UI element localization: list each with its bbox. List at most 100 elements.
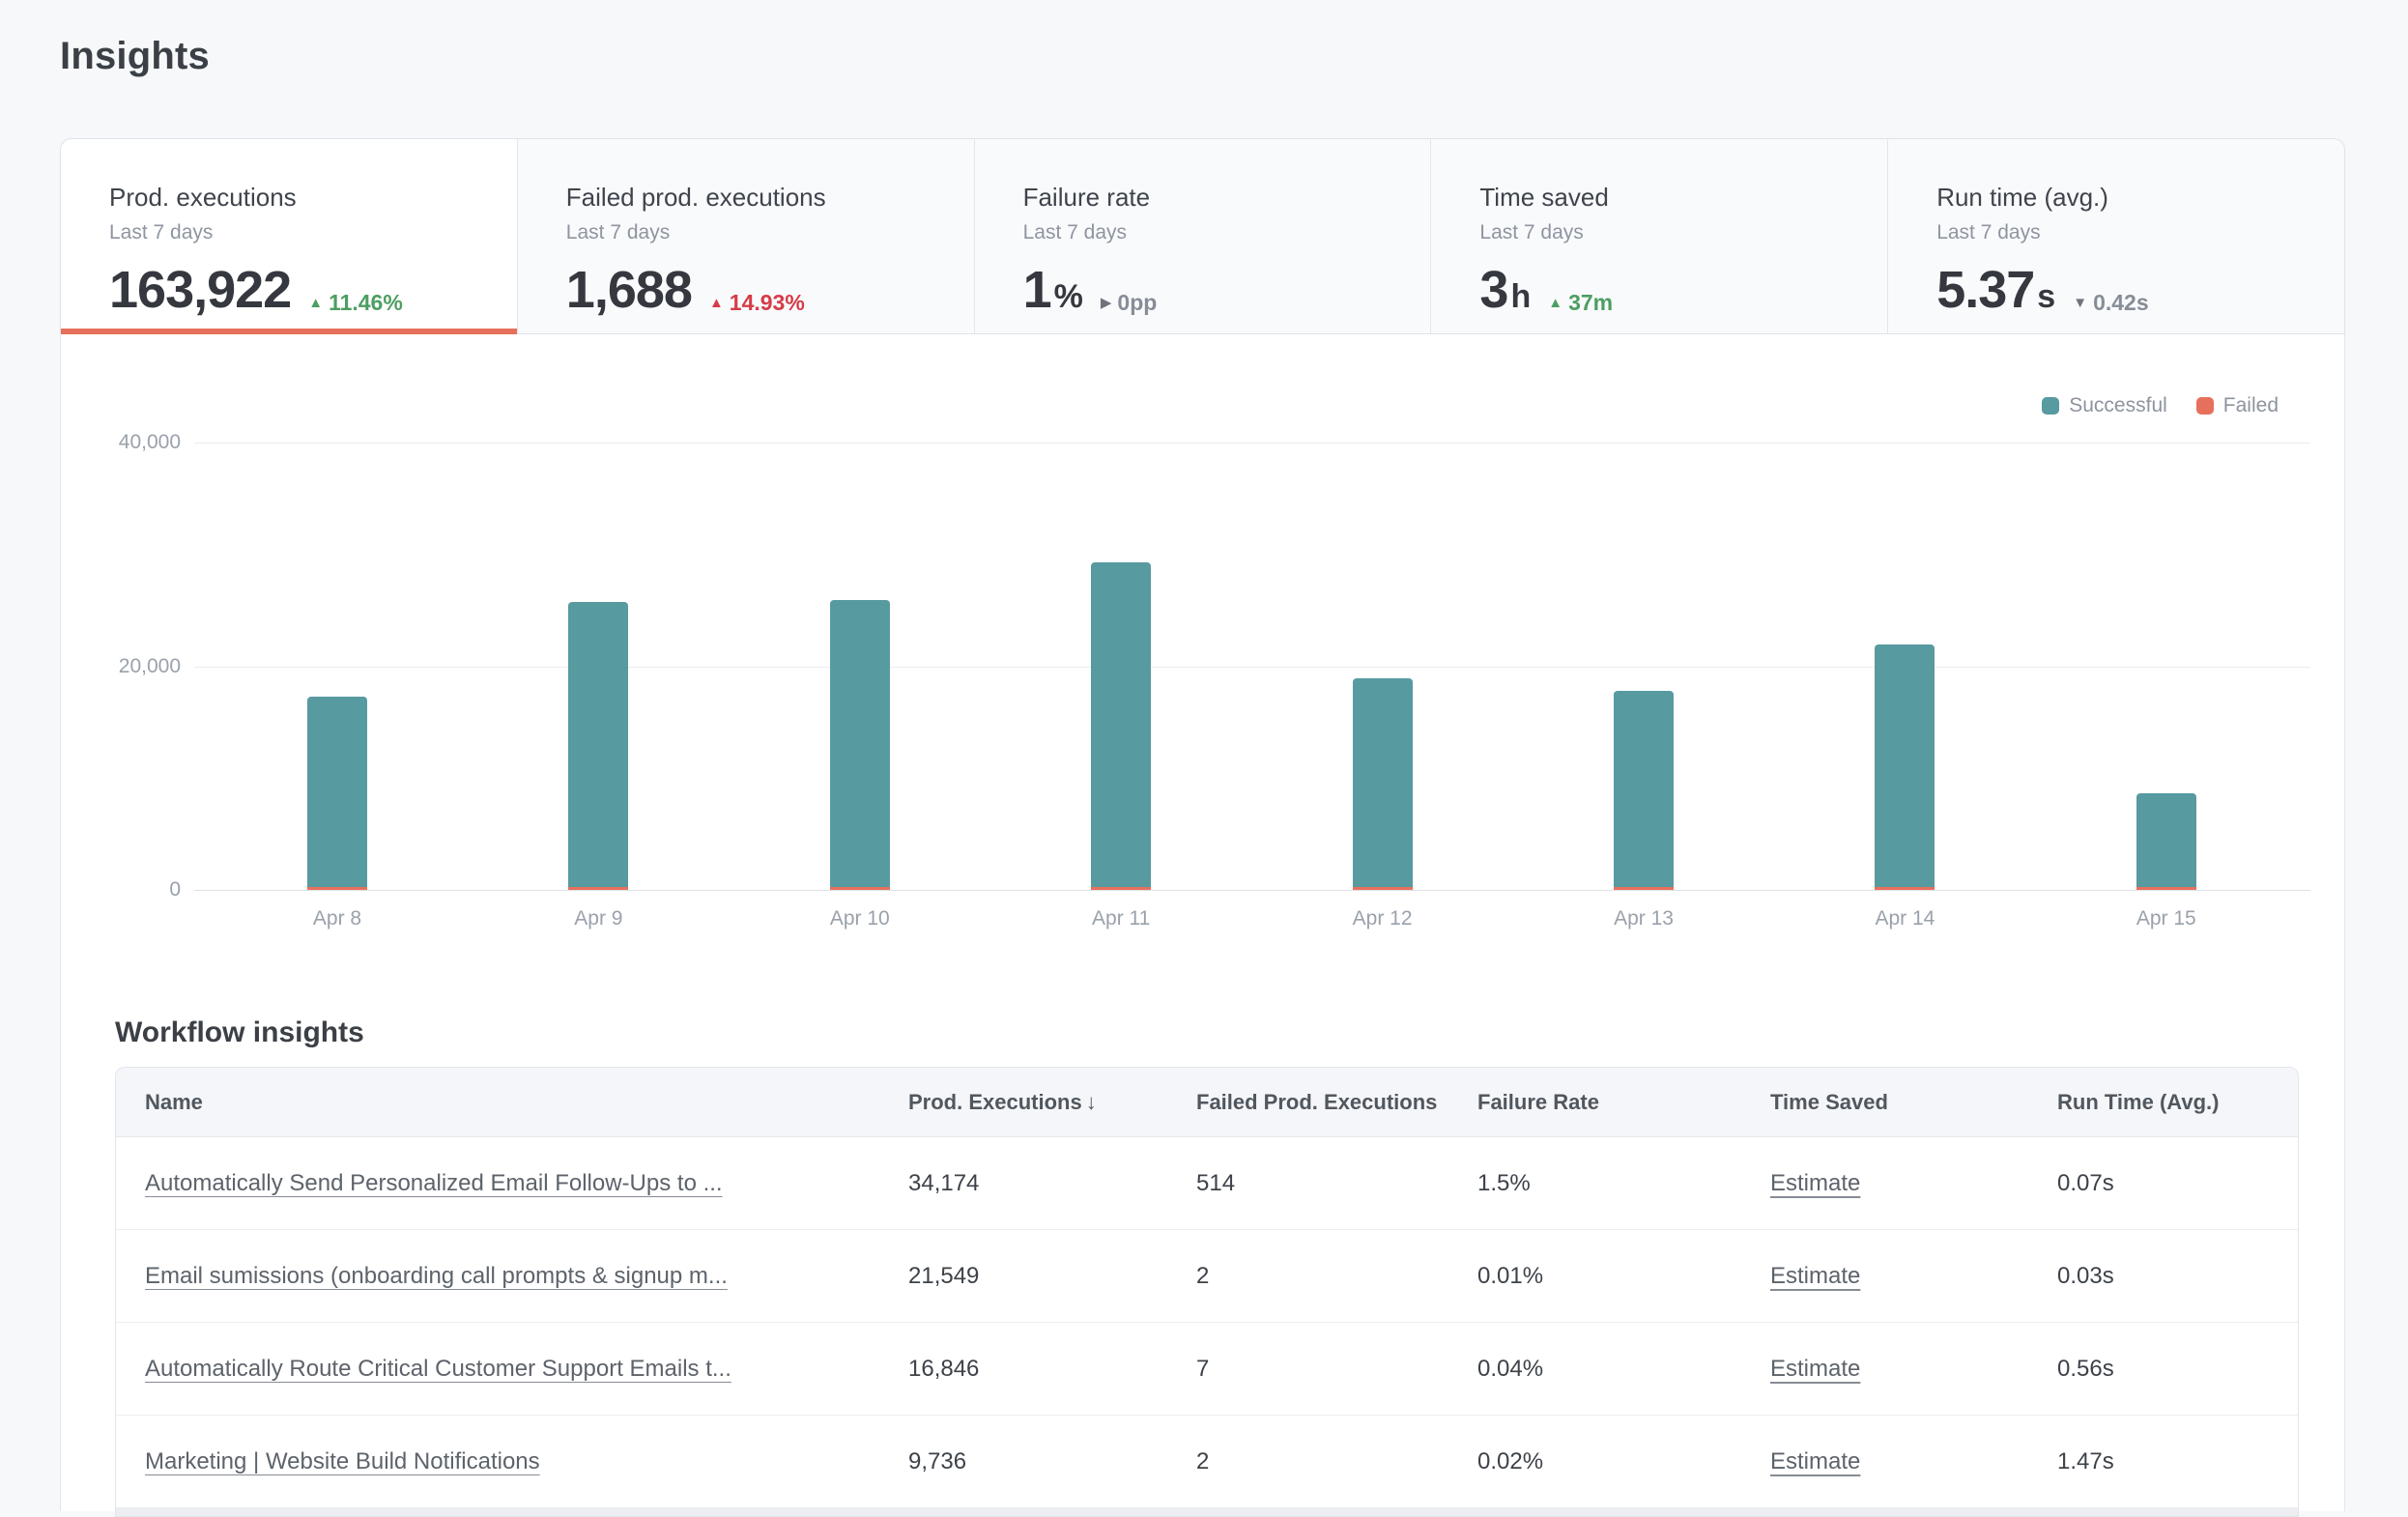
failed-prod-executions-cell: 514 [1196, 1170, 1477, 1197]
prod-executions-cell: 9,736 [908, 1448, 1196, 1475]
metric-value-row: 5.37s ▼0.42s [1936, 260, 2344, 320]
metric-delta: ▶0pp [1101, 290, 1157, 316]
bar-apr-13[interactable] [1614, 691, 1674, 890]
metric-value-row: 3h ▲37m [1479, 260, 1887, 320]
metric-tab-failed-prod-executions[interactable]: Failed prod. executionsLast 7 days1,688▲… [518, 139, 975, 333]
metric-value: 163,922 [109, 260, 291, 320]
run-time-avg-cell: 1.47s [2057, 1448, 2298, 1475]
workflow-name-link[interactable]: Email sumissions (onboarding call prompt… [145, 1263, 728, 1289]
insights-panel: SuccessfulFailed 020,00040,000Apr 8Apr 9… [60, 334, 2345, 1511]
table-footer-strip [116, 1508, 2298, 1516]
bar-failed-segment [1091, 887, 1151, 890]
metric-unit: h [1510, 278, 1531, 316]
metric-delta: ▲14.93% [709, 290, 805, 316]
column-header-label: Prod. Executions [908, 1090, 1082, 1115]
metric-tab-time-saved[interactable]: Time savedLast 7 days3h▲37m [1431, 139, 1888, 333]
bar-apr-12[interactable] [1353, 678, 1413, 890]
table-row: Automatically Send Personalized Email Fo… [116, 1137, 2298, 1230]
estimate-link[interactable]: Estimate [1770, 1170, 1860, 1196]
bar-failed-segment [1875, 887, 1935, 890]
column-header-label: Run Time (Avg.) [2057, 1090, 2219, 1115]
workflow-name-cell: Email sumissions (onboarding call prompt… [145, 1263, 908, 1290]
page-title: Insights [60, 35, 2408, 78]
run-time-avg-cell: 0.07s [2057, 1170, 2298, 1197]
bar-successful-segment [568, 602, 628, 887]
bar-failed-segment [2136, 887, 2196, 890]
bar-successful-segment [1353, 678, 1413, 887]
estimate-link[interactable]: Estimate [1770, 1356, 1860, 1382]
metric-delta: ▼0.42s [2073, 290, 2148, 316]
x-axis-tick-label: Apr 8 [260, 907, 415, 930]
metric-delta-value: 0pp [1117, 290, 1157, 316]
column-header-time-saved[interactable]: Time Saved [1770, 1090, 2057, 1115]
bar-successful-segment [307, 697, 367, 887]
metric-unit: s [2037, 278, 2055, 316]
bar-apr-11[interactable] [1091, 562, 1151, 890]
bar-successful-segment [1091, 562, 1151, 887]
bar-failed-segment [307, 887, 367, 890]
bar-failed-segment [1353, 887, 1413, 890]
legend-item-successful[interactable]: Successful [2042, 394, 2167, 417]
metric-tab-prod-executions[interactable]: Prod. executionsLast 7 days163,922▲11.46… [61, 139, 518, 333]
metric-value: 1 [1023, 260, 1051, 320]
bar-apr-10[interactable] [830, 600, 890, 890]
bar-apr-14[interactable] [1875, 644, 1935, 890]
trend-up-icon: ▲ [709, 296, 724, 310]
bar-failed-segment [568, 887, 628, 890]
failed-prod-executions-cell: 2 [1196, 1263, 1477, 1290]
metric-delta: ▲37m [1548, 290, 1613, 316]
column-header-name[interactable]: Name [145, 1090, 908, 1115]
metric-title: Time saved [1479, 183, 1887, 213]
metric-value: 3 [1479, 260, 1507, 320]
column-header-failed-prod-executions[interactable]: Failed Prod. Executions [1196, 1090, 1477, 1115]
metric-tab-failure-rate[interactable]: Failure rateLast 7 days1%▶0pp [975, 139, 1432, 333]
metric-delta: ▲ 11.46% [308, 290, 403, 316]
estimate-link[interactable]: Estimate [1770, 1448, 1860, 1474]
prod-executions-cell: 34,174 [908, 1170, 1196, 1197]
successful-swatch-icon [2042, 397, 2059, 415]
failure-rate-cell: 0.02% [1477, 1448, 1770, 1475]
bar-apr-9[interactable] [568, 602, 628, 890]
metric-tabs: Prod. executionsLast 7 days163,922▲11.46… [60, 138, 2345, 334]
bar-apr-15[interactable] [2136, 793, 2196, 890]
column-header-label: Failure Rate [1477, 1090, 1599, 1115]
failure-rate-cell: 0.04% [1477, 1356, 1770, 1383]
column-header-run-time-avg-[interactable]: Run Time (Avg.) [2057, 1090, 2298, 1115]
bar-apr-8[interactable] [307, 697, 367, 890]
trend-up-icon: ▲ [308, 296, 323, 310]
workflow-name-link[interactable]: Marketing | Website Build Notifications [145, 1448, 540, 1474]
x-axis-tick-label: Apr 9 [521, 907, 675, 930]
metric-delta-value: 11.46% [329, 290, 403, 316]
metric-subtitle: Last 7 days [109, 221, 517, 244]
metric-value: 5.37 [1936, 260, 2034, 320]
gridline-20000 [194, 667, 2310, 668]
failure-rate-cell: 0.01% [1477, 1263, 1770, 1290]
bar-failed-segment [1614, 887, 1674, 890]
x-axis-tick-label: Apr 13 [1566, 907, 1721, 930]
workflow-name-link[interactable]: Automatically Route Critical Customer Su… [145, 1356, 731, 1382]
run-time-avg-cell: 0.56s [2057, 1356, 2298, 1383]
legend-item-failed[interactable]: Failed [2196, 394, 2279, 417]
column-header-prod-executions[interactable]: Prod. Executions↓ [908, 1090, 1196, 1115]
table-row: Marketing | Website Build Notifications 9… [116, 1416, 2298, 1508]
column-header-label: Time Saved [1770, 1090, 1888, 1115]
run-time-avg-cell: 0.03s [2057, 1263, 2298, 1290]
workflow-insights-table: NameProd. Executions↓Failed Prod. Execut… [115, 1067, 2299, 1517]
bar-successful-segment [2136, 793, 2196, 887]
chart-legend: Successful Failed [2042, 394, 2279, 417]
metric-tab-run-time-avg[interactable]: Run time (avg.)Last 7 days5.37s▼0.42s [1888, 139, 2344, 333]
metric-title: Run time (avg.) [1936, 183, 2344, 213]
estimate-link[interactable]: Estimate [1770, 1263, 1860, 1289]
y-axis-tick-label: 0 [169, 878, 181, 902]
failed-prod-executions-cell: 7 [1196, 1356, 1477, 1383]
workflow-name-link[interactable]: Automatically Send Personalized Email Fo… [145, 1170, 723, 1196]
trend-down-icon: ▼ [2073, 296, 2087, 310]
bar-successful-segment [1614, 691, 1674, 887]
metric-value-row: 1,688▲14.93% [566, 260, 974, 320]
bar-failed-segment [830, 887, 890, 890]
failure-rate-cell: 1.5% [1477, 1170, 1770, 1197]
y-axis-tick-label: 40,000 [119, 431, 181, 454]
column-header-failure-rate[interactable]: Failure Rate [1477, 1090, 1770, 1115]
x-axis-tick-label: Apr 10 [783, 907, 937, 930]
legend-label: Successful [2069, 394, 2167, 417]
